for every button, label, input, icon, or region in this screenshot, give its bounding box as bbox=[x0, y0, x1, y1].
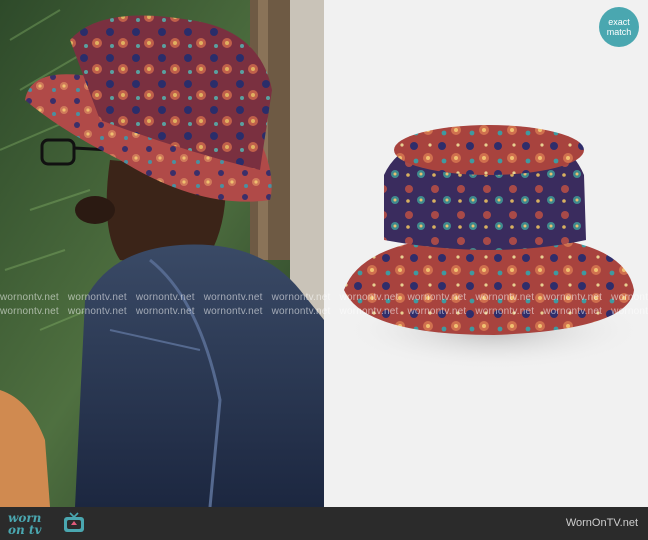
watermark-text: wornontv.net bbox=[203, 306, 263, 317]
watermark-text: wornontv.net bbox=[135, 306, 195, 317]
watermark-text: wornontv.net bbox=[0, 306, 59, 317]
badge-line-1: exact bbox=[608, 17, 630, 27]
watermark-row: wornontv.net wornontv.net wornontv.net w… bbox=[0, 292, 648, 303]
wornontv-logo[interactable]: worn on tv bbox=[6, 510, 96, 537]
watermark-text: wornontv.net bbox=[67, 306, 127, 317]
tv-scene-photo bbox=[0, 0, 324, 507]
watermark-text: wornontv.net bbox=[0, 292, 59, 303]
watermark-text: wornontv.net bbox=[611, 306, 648, 317]
watermark-text: wornontv.net bbox=[611, 292, 648, 303]
watermark-text: wornontv.net bbox=[339, 292, 399, 303]
badge-line-2: match bbox=[606, 27, 632, 37]
watermark-text: wornontv.net bbox=[407, 292, 467, 303]
tv-scene-illustration bbox=[0, 0, 324, 507]
exact-match-badge: exact match bbox=[599, 7, 639, 47]
watermark-text: wornontv.net bbox=[67, 292, 127, 303]
watermark-text: wornontv.net bbox=[475, 292, 535, 303]
bucket-hat-illustration bbox=[344, 125, 644, 370]
product-photo bbox=[324, 0, 648, 507]
image-stage: wornontv.net wornontv.net wornontv.net w… bbox=[0, 0, 648, 507]
site-name[interactable]: WornOnTV.net bbox=[566, 517, 638, 529]
watermark-text: wornontv.net bbox=[543, 306, 603, 317]
watermark-text: wornontv.net bbox=[271, 306, 331, 317]
watermark-text: wornontv.net bbox=[135, 292, 195, 303]
watermark-text: wornontv.net bbox=[543, 292, 603, 303]
tv-icon bbox=[64, 512, 84, 532]
watermark-text: wornontv.net bbox=[407, 306, 467, 317]
watermark-text: wornontv.net bbox=[475, 306, 535, 317]
watermark-row: wornontv.net wornontv.net wornontv.net w… bbox=[0, 306, 648, 317]
watermark-text: wornontv.net bbox=[203, 292, 263, 303]
logo-text-on-tv: on tv bbox=[8, 523, 42, 537]
watermark-text: wornontv.net bbox=[271, 292, 331, 303]
footer-bar: worn on tv WornOnTV.net bbox=[0, 507, 648, 540]
watermark-text: wornontv.net bbox=[339, 306, 399, 317]
